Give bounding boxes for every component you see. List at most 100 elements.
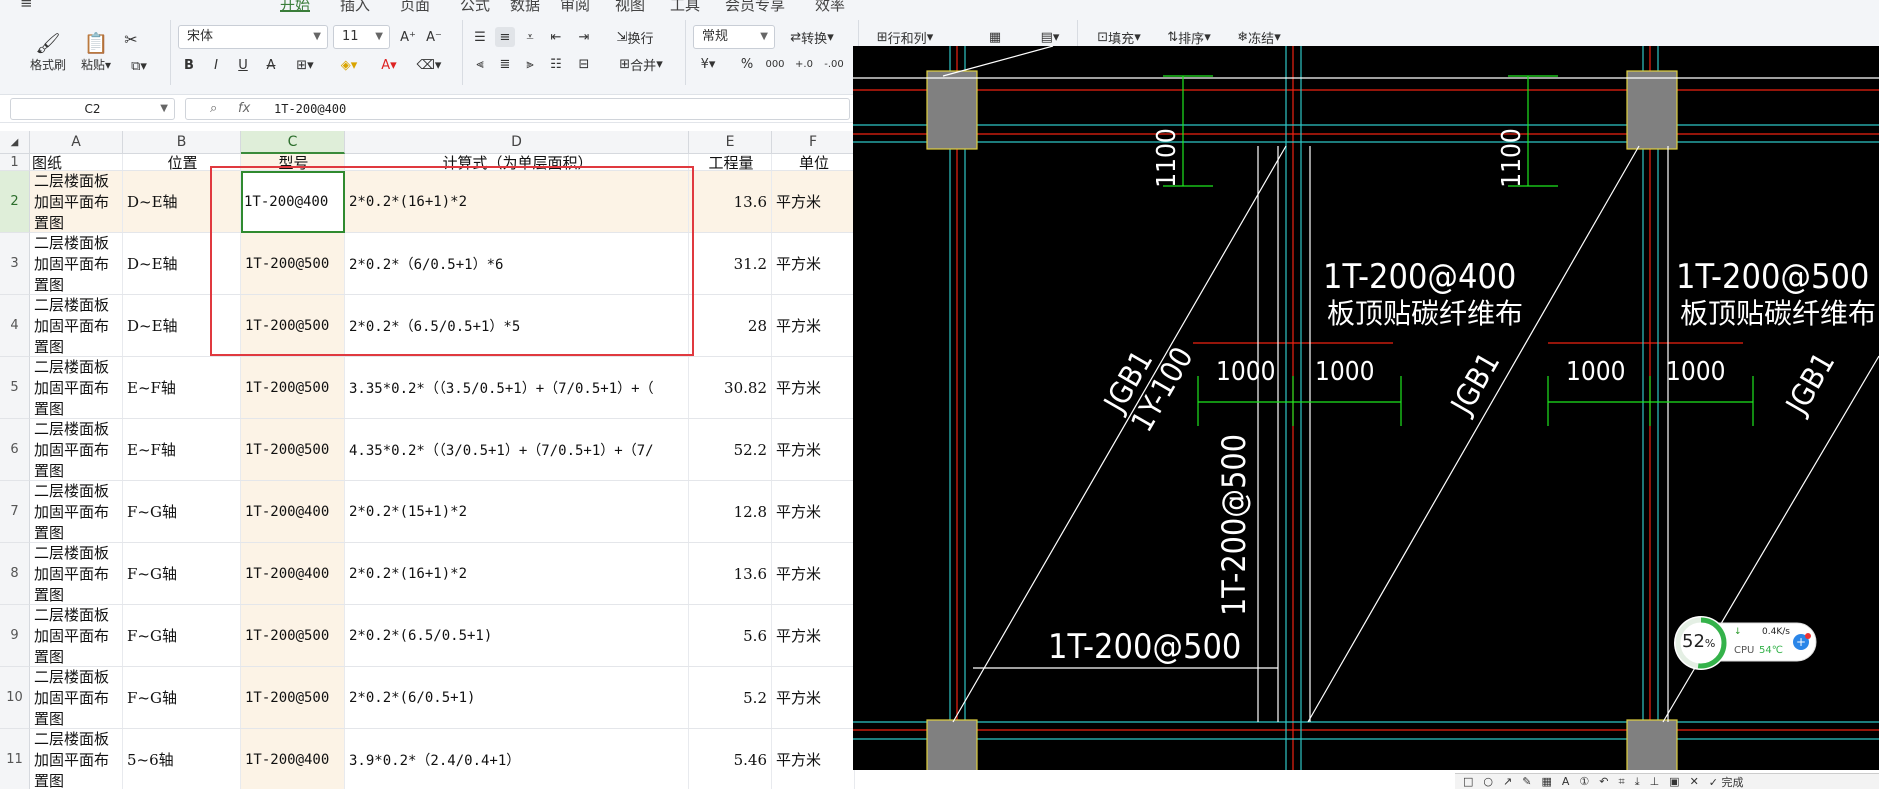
- row-header-9[interactable]: 9: [0, 605, 30, 667]
- strikethrough-button[interactable]: A: [262, 54, 280, 76]
- save-icon[interactable]: ▣: [1669, 775, 1679, 788]
- header-cell-f[interactable]: 单位: [772, 154, 855, 170]
- tab-data[interactable]: 数据: [510, 0, 540, 14]
- cell-d[interactable]: 2*0.2*(6.5/0.5+1): [345, 605, 689, 666]
- cell-c[interactable]: 1T-200@400: [241, 481, 345, 542]
- header-cell-a[interactable]: 图纸: [30, 154, 123, 170]
- italic-button[interactable]: I: [207, 54, 225, 76]
- align-middle-icon[interactable]: ≡: [495, 27, 515, 47]
- cell-a[interactable]: 二层楼面板加固平面布置图: [30, 295, 123, 356]
- increase-decimal-button[interactable]: +.0: [792, 54, 816, 74]
- fx-icon[interactable]: fx: [238, 101, 250, 116]
- tab-member[interactable]: 会员专享: [725, 0, 785, 14]
- cell-f[interactable]: 平方米: [772, 171, 855, 232]
- cell-a[interactable]: 二层楼面板加固平面布置图: [30, 419, 123, 480]
- zoom-icon[interactable]: ⌕: [210, 101, 217, 116]
- arrow-icon[interactable]: ↗: [1503, 775, 1512, 788]
- cell-a[interactable]: 二层楼面板加固平面布置图: [30, 605, 123, 666]
- merge-button[interactable]: ⊞ 合并 ▾: [610, 54, 672, 74]
- done-button[interactable]: ✓ 完成: [1709, 774, 1744, 789]
- percent-button[interactable]: %: [738, 54, 756, 74]
- wrap-text-button[interactable]: ⇲ 换行: [610, 27, 660, 47]
- cell-a[interactable]: 二层楼面板加固平面布置图: [30, 171, 123, 232]
- cell-e[interactable]: 13.6: [689, 171, 772, 232]
- row-header-6[interactable]: 6: [0, 419, 30, 481]
- cell-b[interactable]: F~G轴: [123, 543, 241, 604]
- cell-e[interactable]: 12.8: [689, 481, 772, 542]
- number-format-select[interactable]: 常规 ▼: [693, 25, 775, 49]
- cell-b[interactable]: F~G轴: [123, 667, 241, 728]
- cell-b[interactable]: 5~6轴: [123, 729, 241, 789]
- tab-review[interactable]: 审阅: [560, 0, 590, 14]
- fill-button[interactable]: ⊡ 填充 ▾: [1090, 27, 1148, 47]
- cell-e[interactable]: 5.2: [689, 667, 772, 728]
- font-size-select[interactable]: 11 ▼: [333, 25, 390, 49]
- align-center-icon[interactable]: ≣: [495, 54, 515, 74]
- column-header-b[interactable]: B: [123, 131, 241, 154]
- tab-file[interactable]: ≡: [20, 0, 33, 12]
- cell-f[interactable]: 平方米: [772, 605, 855, 666]
- row-header-1[interactable]: 1: [0, 154, 30, 171]
- row-header-8[interactable]: 8: [0, 543, 30, 605]
- circle-icon[interactable]: ○: [1483, 775, 1493, 788]
- row-header-7[interactable]: 7: [0, 481, 30, 543]
- cell-c[interactable]: 1T-200@500: [241, 419, 345, 480]
- rectangle-icon[interactable]: □: [1463, 775, 1473, 788]
- cell-f[interactable]: 平方米: [772, 233, 855, 294]
- cell-f[interactable]: 平方米: [772, 295, 855, 356]
- cell-c[interactable]: 1T-200@400: [241, 729, 345, 789]
- cell-c[interactable]: 1T-200@500: [241, 357, 345, 418]
- cell-e[interactable]: 30.82: [689, 357, 772, 418]
- tab-formula[interactable]: 公式: [460, 0, 490, 14]
- cell-c[interactable]: 1T-200@500: [241, 605, 345, 666]
- underline-button[interactable]: U: [234, 54, 252, 76]
- row-header-4[interactable]: 4: [0, 295, 30, 357]
- column-header-d[interactable]: D: [345, 131, 689, 154]
- crop-icon[interactable]: ⌗: [1618, 775, 1624, 789]
- cell-e[interactable]: 52.2: [689, 419, 772, 480]
- cell-a[interactable]: 二层楼面板加固平面布置图: [30, 729, 123, 789]
- cell-f[interactable]: 平方米: [772, 481, 855, 542]
- cell-d[interactable]: 2*0.2*(16+1)*2: [345, 543, 689, 604]
- cell-b[interactable]: F~G轴: [123, 481, 241, 542]
- table-icon[interactable]: ▦: [985, 27, 1005, 47]
- cell-c[interactable]: 1T-200@500: [241, 667, 345, 728]
- format-painter-button[interactable]: 🖌 格式刷: [24, 26, 72, 76]
- paste-button[interactable]: 📋 粘贴▾: [76, 26, 116, 76]
- pen-icon[interactable]: ✎: [1522, 775, 1531, 788]
- fill-color-icon[interactable]: ◈▾: [332, 54, 366, 76]
- cell-b[interactable]: E~F轴: [123, 419, 241, 480]
- download-icon[interactable]: ⤓: [1635, 775, 1640, 789]
- row-header-10[interactable]: 10: [0, 667, 30, 729]
- tab-home[interactable]: 开始: [280, 0, 311, 14]
- cell-a[interactable]: 二层楼面板加固平面布置图: [30, 233, 123, 294]
- column-header-c[interactable]: C: [241, 131, 345, 154]
- align-right-icon[interactable]: ⫸: [520, 54, 540, 74]
- column-header-e[interactable]: E: [689, 131, 772, 154]
- cell-f[interactable]: 平方米: [772, 543, 855, 604]
- scissors-icon[interactable]: ✂: [120, 28, 142, 50]
- cell-f[interactable]: 平方米: [772, 729, 855, 789]
- cell-e[interactable]: 5.46: [689, 729, 772, 789]
- decrease-font-icon[interactable]: A⁻: [424, 27, 444, 47]
- row-header-5[interactable]: 5: [0, 357, 30, 419]
- currency-button[interactable]: ¥ ▾: [694, 54, 722, 74]
- tab-page[interactable]: 页面: [400, 0, 430, 14]
- tab-view[interactable]: 视图: [615, 0, 645, 14]
- indent-increase-icon[interactable]: ⇥: [574, 27, 594, 47]
- cell-b[interactable]: F~G轴: [123, 605, 241, 666]
- cell-a[interactable]: 二层楼面板加固平面布置图: [30, 481, 123, 542]
- mosaic-icon[interactable]: ▦: [1541, 775, 1551, 788]
- close-icon[interactable]: ✕: [1690, 775, 1699, 788]
- cell-a[interactable]: 二层楼面板加固平面布置图: [30, 543, 123, 604]
- cell-f[interactable]: 平方米: [772, 667, 855, 728]
- styles-icon[interactable]: ▤▾: [1035, 27, 1065, 47]
- align-bottom-icon[interactable]: ⩡: [520, 27, 540, 47]
- freeze-button[interactable]: ❄ 冻结 ▾: [1230, 27, 1288, 47]
- cell-a[interactable]: 二层楼面板加固平面布置图: [30, 667, 123, 728]
- thousands-button[interactable]: 000: [763, 54, 787, 74]
- justify-icon[interactable]: ☷: [546, 54, 566, 74]
- cell-d[interactable]: 2*0.2*(15+1)*2: [345, 481, 689, 542]
- rows-cols-button[interactable]: ⊞ 行和列 ▾: [866, 27, 944, 47]
- cell-d[interactable]: 2*0.2*(6/0.5+1): [345, 667, 689, 728]
